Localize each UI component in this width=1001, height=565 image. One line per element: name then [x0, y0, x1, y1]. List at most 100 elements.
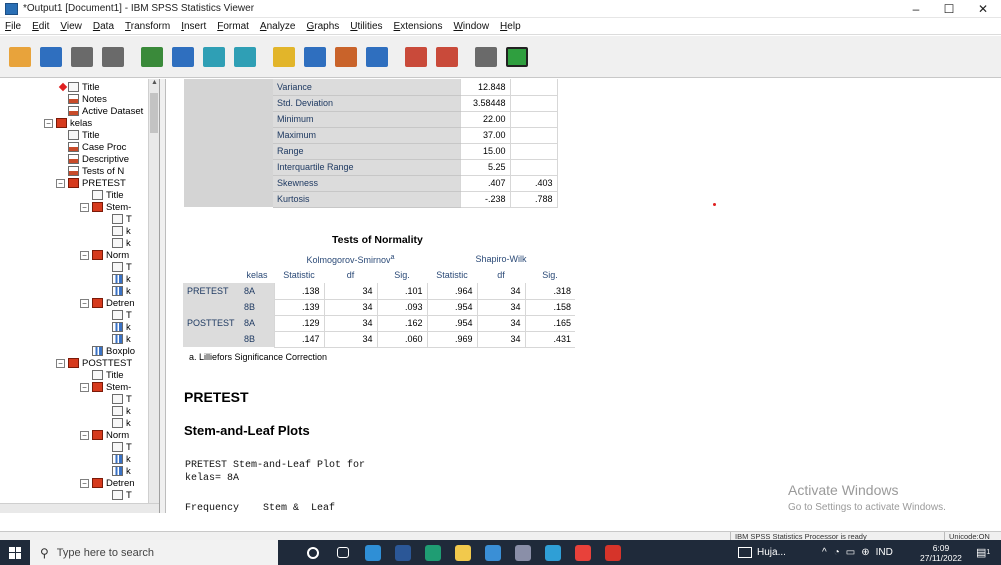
- menu-window[interactable]: Window: [453, 21, 489, 32]
- tree-node[interactable]: Tests of N: [68, 165, 124, 177]
- tray-globe-icon[interactable]: ⊕: [861, 547, 869, 558]
- tree-node[interactable]: Title: [92, 369, 124, 381]
- scroll-thumb[interactable]: [150, 93, 158, 133]
- tree-node[interactable]: − Stem-: [80, 201, 131, 213]
- tree-node[interactable]: − Norm: [80, 249, 129, 261]
- tree-node[interactable]: − PRETEST: [56, 177, 126, 189]
- tree-node[interactable]: k: [112, 333, 131, 345]
- tree-node[interactable]: T: [112, 441, 132, 453]
- spss-taskbar-button[interactable]: [598, 540, 628, 565]
- tree-node[interactable]: T: [112, 393, 132, 405]
- task-view-taskbar-button[interactable]: [328, 540, 358, 565]
- maximize-button[interactable]: ☐: [934, 0, 964, 18]
- outline-vertical-scrollbar[interactable]: ▲: [148, 79, 159, 513]
- collapse-icon[interactable]: −: [80, 430, 89, 440]
- menu-utilities[interactable]: Utilities: [350, 21, 382, 32]
- tree-node[interactable]: Active Dataset: [68, 105, 143, 117]
- word-taskbar-button[interactable]: [388, 540, 418, 565]
- mail-taskbar-button[interactable]: [358, 540, 388, 565]
- menu-help[interactable]: Help: [500, 21, 521, 32]
- outline-horizontal-scrollbar[interactable]: [0, 503, 159, 513]
- store-taskbar-button[interactable]: [478, 540, 508, 565]
- tree-node[interactable]: k: [112, 417, 131, 429]
- show-all-button[interactable]: [402, 43, 430, 71]
- edge-taskbar-button[interactable]: [418, 540, 448, 565]
- tree-node[interactable]: − Detren: [80, 297, 135, 309]
- variables-button[interactable]: [363, 43, 391, 71]
- show-button[interactable]: [503, 43, 531, 71]
- collapse-icon[interactable]: −: [80, 250, 89, 260]
- collapse-icon[interactable]: −: [80, 202, 89, 212]
- redo-button[interactable]: [231, 43, 259, 71]
- tree-node[interactable]: T: [112, 213, 132, 225]
- tree-node[interactable]: − POSTTEST: [56, 357, 132, 369]
- save-button[interactable]: [37, 43, 65, 71]
- menu-file[interactable]: File: [5, 21, 21, 32]
- tree-node[interactable]: − Detren: [80, 477, 135, 489]
- tray-network-icon[interactable]: ◔: [834, 547, 840, 558]
- menu-view[interactable]: View: [60, 21, 82, 32]
- tree-node[interactable]: Descriptive: [68, 153, 129, 165]
- menu-graphs[interactable]: Graphs: [306, 21, 339, 32]
- collapse-icon[interactable]: −: [80, 382, 89, 392]
- tree-node[interactable]: k: [112, 237, 131, 249]
- menu-data[interactable]: Data: [93, 21, 114, 32]
- tree-node[interactable]: − kelas: [44, 117, 92, 129]
- taskbar-search[interactable]: ⚲ Type here to search: [30, 540, 278, 565]
- tree-node[interactable]: k: [112, 465, 131, 477]
- tree-node[interactable]: Notes: [68, 93, 107, 105]
- pane-splitter[interactable]: [160, 79, 166, 513]
- tree-node[interactable]: Title: [92, 189, 124, 201]
- undo-button[interactable]: [200, 43, 228, 71]
- tree-node[interactable]: − Stem-: [80, 381, 131, 393]
- goto-case-button[interactable]: [301, 43, 329, 71]
- app-taskbar-button[interactable]: [538, 540, 568, 565]
- collapse-icon[interactable]: −: [44, 118, 53, 128]
- tray-language[interactable]: IND: [876, 547, 893, 558]
- tree-node[interactable]: k: [112, 225, 131, 237]
- print-button[interactable]: [68, 43, 96, 71]
- menu-insert[interactable]: Insert: [181, 21, 206, 32]
- tree-node[interactable]: Title: [68, 129, 100, 141]
- tray-battery-icon[interactable]: ▭: [846, 547, 855, 558]
- outline-pane[interactable]: Title Notes Active Dataset − kelas Title Case …: [0, 79, 160, 513]
- tree-node[interactable]: T: [112, 309, 132, 321]
- tree-node[interactable]: k: [112, 273, 131, 285]
- menu-extensions[interactable]: Extensions: [394, 21, 443, 32]
- output-content-pane[interactable]: Variance 12.848 Std. Deviation 3.58448 Minim…: [167, 79, 1001, 513]
- taskbar-running-app[interactable]: Huja...: [738, 540, 786, 565]
- notification-icon[interactable]: ▤ 1: [976, 540, 990, 565]
- open-button[interactable]: [6, 43, 34, 71]
- tree-node[interactable]: Boxplo: [92, 345, 135, 357]
- tree-node[interactable]: k: [112, 453, 131, 465]
- tray-chevron-icon[interactable]: ^: [822, 547, 827, 558]
- tree-node[interactable]: T: [112, 261, 132, 273]
- collapse-icon[interactable]: −: [80, 298, 89, 308]
- export-button[interactable]: [138, 43, 166, 71]
- goto-variable-button[interactable]: [332, 43, 360, 71]
- menu-format[interactable]: Format: [217, 21, 249, 32]
- goto-data-button[interactable]: [270, 43, 298, 71]
- chrome-taskbar-button[interactable]: [568, 540, 598, 565]
- file-explorer-taskbar-button[interactable]: [448, 540, 478, 565]
- menu-edit[interactable]: Edit: [32, 21, 49, 32]
- system-tray[interactable]: ^ ◔ ▭ ⊕ IND: [822, 540, 893, 565]
- scroll-up-icon[interactable]: ▲: [149, 79, 159, 90]
- designate-window-button[interactable]: [433, 43, 461, 71]
- collapse-icon[interactable]: −: [80, 478, 89, 488]
- tree-node[interactable]: − Norm: [80, 429, 129, 441]
- tree-node[interactable]: T: [112, 489, 132, 501]
- menu-transform[interactable]: Transform: [125, 21, 170, 32]
- hide-button[interactable]: [472, 43, 500, 71]
- tray-clock[interactable]: 6:09 27/11/2022: [920, 540, 962, 565]
- cortana-taskbar-button[interactable]: [298, 540, 328, 565]
- print-preview-button[interactable]: [99, 43, 127, 71]
- menu-analyze[interactable]: Analyze: [260, 21, 296, 32]
- tree-node[interactable]: k: [112, 405, 131, 417]
- tree-node[interactable]: Title: [68, 81, 100, 93]
- tree-node[interactable]: k: [112, 285, 131, 297]
- tree-node[interactable]: Case Proc: [68, 141, 126, 153]
- minimize-button[interactable]: –: [901, 0, 931, 18]
- recall-dialog-button[interactable]: [169, 43, 197, 71]
- collapse-icon[interactable]: −: [56, 178, 65, 188]
